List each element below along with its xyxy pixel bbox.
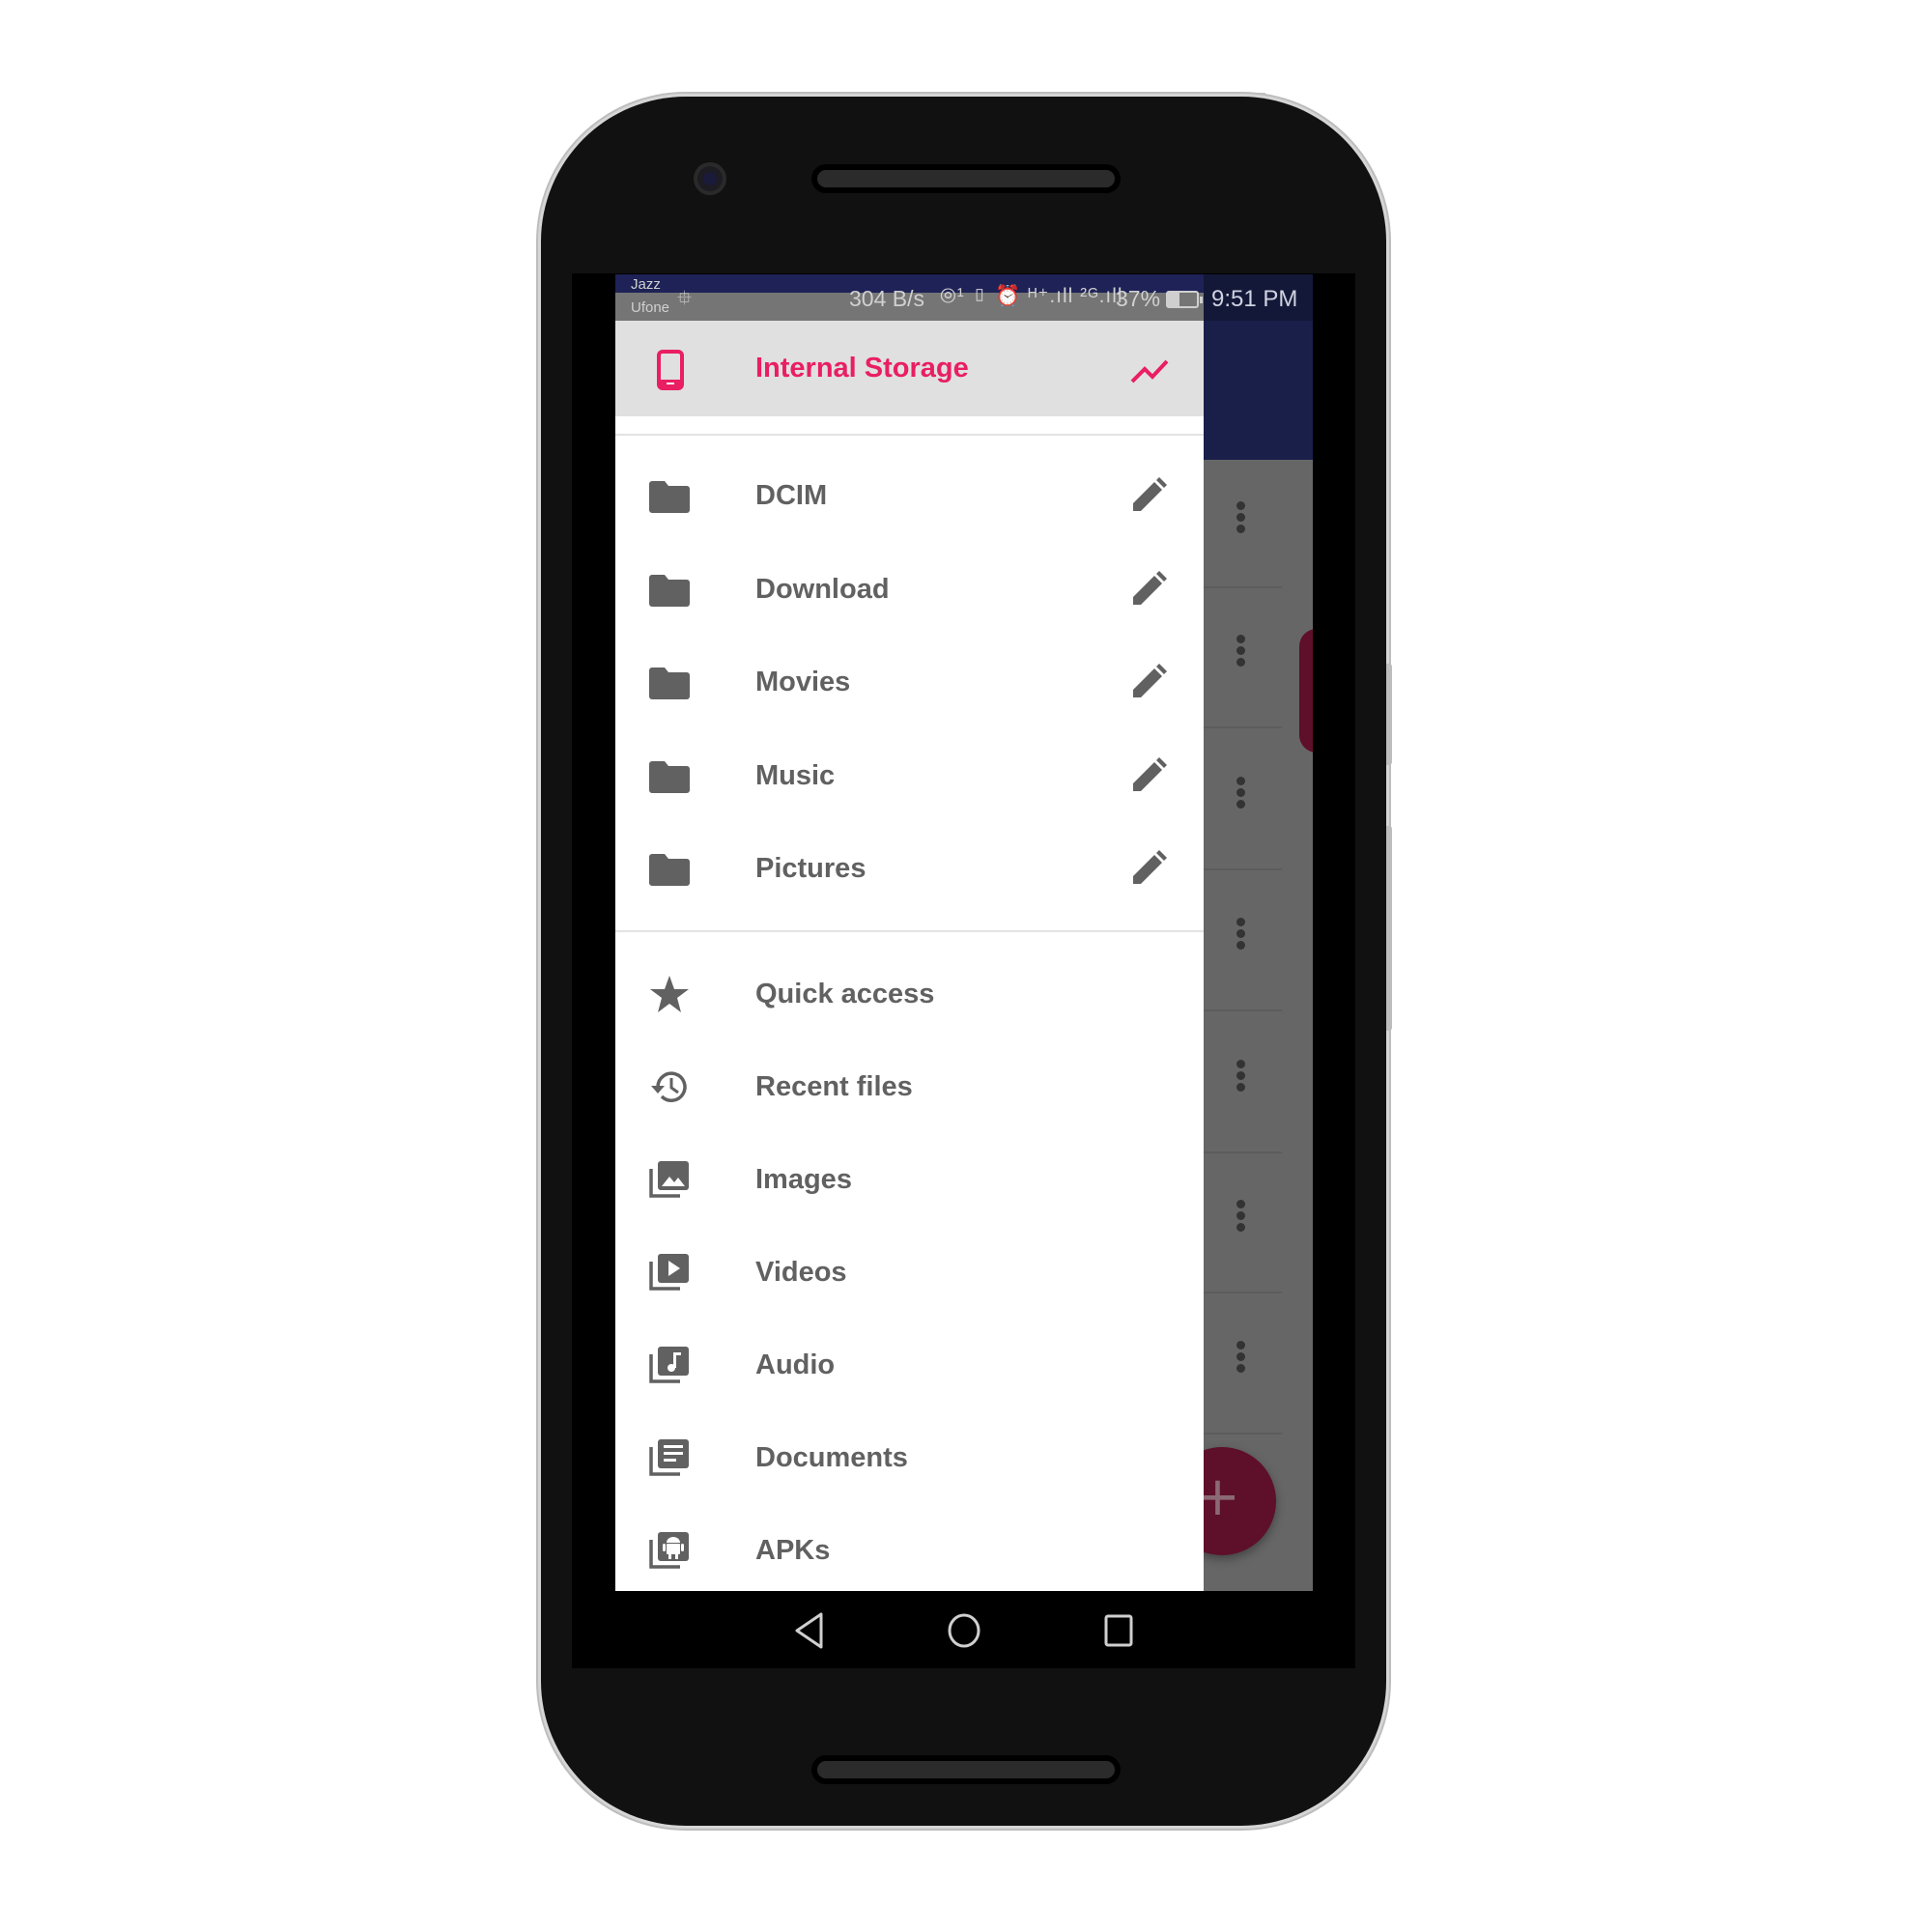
folder-icon <box>648 569 691 610</box>
drawer-item-label: DCIM <box>755 480 828 511</box>
back-button[interactable] <box>794 1611 825 1650</box>
video-library-icon <box>648 1252 691 1293</box>
more-vert-icon[interactable] <box>1234 1060 1247 1102</box>
status-indicator-icons: ⦾¹ ▯ ⏰ ᴴ⁺.ıll ²ᴳ.ıll <box>940 285 1123 307</box>
front-camera <box>694 162 726 195</box>
status-bar: Jazz Ufone ⯐ 304 B/s ⦾¹ ▯ ⏰ ᴴ⁺.ıll ²ᴳ.ıl… <box>615 274 1313 321</box>
folder-icon <box>648 662 691 702</box>
drawer-item-label: Quick access <box>755 979 935 1009</box>
drawer-item-videos[interactable]: Videos <box>615 1226 1204 1319</box>
more-vert-icon[interactable] <box>1234 777 1247 819</box>
drawer-item-audio[interactable]: Audio <box>615 1319 1204 1411</box>
partial-thumbnail <box>1299 629 1313 753</box>
battery-charging-icon <box>1166 291 1203 308</box>
music-library-icon <box>648 1345 691 1385</box>
drawer-item-music[interactable]: Music <box>615 729 1204 822</box>
usb-icon: ⯐ <box>677 288 692 309</box>
battery-percent: 37% <box>1116 286 1161 311</box>
top-speaker <box>811 164 1121 193</box>
more-vert-icon[interactable] <box>1234 501 1247 544</box>
android-library-icon <box>648 1530 691 1571</box>
image-library-icon <box>648 1159 691 1200</box>
power-button <box>1386 826 1392 1031</box>
edit-icon[interactable] <box>1129 756 1168 795</box>
history-icon <box>648 1066 691 1107</box>
edit-icon[interactable] <box>1129 570 1168 609</box>
drawer-item-label: Pictures <box>755 853 867 884</box>
drawer-item-label: APKs <box>755 1535 831 1566</box>
divider <box>615 434 1204 436</box>
drawer-item-label: Audio <box>755 1350 836 1380</box>
folder-icon <box>648 755 691 796</box>
more-vert-icon[interactable] <box>1234 1341 1247 1383</box>
star-icon <box>648 974 691 1014</box>
recents-button[interactable] <box>1103 1613 1134 1648</box>
navigation-drawer: Internal Storage DCIM Download Movies Music… <box>615 321 1204 1591</box>
drawer-item-internal-storage[interactable]: Internal Storage <box>615 321 1204 416</box>
bottom-speaker <box>811 1755 1121 1784</box>
more-vert-icon[interactable] <box>1234 918 1247 960</box>
carrier-2: Ufone <box>631 299 670 316</box>
smartphone-icon <box>657 350 684 390</box>
drawer-item-recent-files[interactable]: Recent files <box>615 1040 1204 1133</box>
drawer-item-movies[interactable]: Movies <box>615 636 1204 728</box>
drawer-item-label: Videos <box>755 1257 847 1288</box>
edit-icon[interactable] <box>1129 663 1168 701</box>
drawer-item-dcim[interactable]: DCIM <box>615 449 1204 542</box>
drawer-item-apks[interactable]: APKs <box>615 1504 1204 1591</box>
app-window: + Jazz Ufone ⯐ 304 B/s ⦾¹ ▯ ⏰ ᴴ⁺.ıll ²ᴳ.… <box>615 274 1313 1591</box>
home-button[interactable] <box>946 1612 982 1649</box>
drawer-item-label: Recent files <box>755 1071 913 1102</box>
drawer-item-pictures[interactable]: Pictures <box>615 822 1204 915</box>
divider <box>615 930 1204 932</box>
folder-icon <box>648 848 691 889</box>
edit-icon[interactable] <box>1129 476 1168 515</box>
trending-up-icon[interactable] <box>1129 357 1170 384</box>
folder-icon <box>648 475 691 516</box>
carrier-1: Jazz <box>631 276 661 293</box>
drawer-item-label: Images <box>755 1164 852 1195</box>
internal-storage-label: Internal Storage <box>755 353 969 384</box>
drawer-item-label: Movies <box>755 667 851 697</box>
clock: 9:51 PM <box>1211 286 1298 312</box>
drawer-item-label: Download <box>755 573 890 605</box>
drawer-item-download[interactable]: Download <box>615 543 1204 636</box>
drawer-item-label: Documents <box>755 1442 908 1473</box>
drawer-item-quick-access[interactable]: Quick access <box>615 948 1204 1040</box>
drawer-item-documents[interactable]: Documents <box>615 1411 1204 1504</box>
volume-button <box>1386 664 1392 765</box>
document-library-icon <box>648 1437 691 1478</box>
drawer-item-images[interactable]: Images <box>615 1133 1204 1226</box>
edit-icon[interactable] <box>1129 849 1168 888</box>
more-vert-icon[interactable] <box>1234 635 1247 677</box>
network-speed: 304 B/s <box>849 286 924 311</box>
more-vert-icon[interactable] <box>1234 1200 1247 1242</box>
drawer-item-label: Music <box>755 759 836 791</box>
